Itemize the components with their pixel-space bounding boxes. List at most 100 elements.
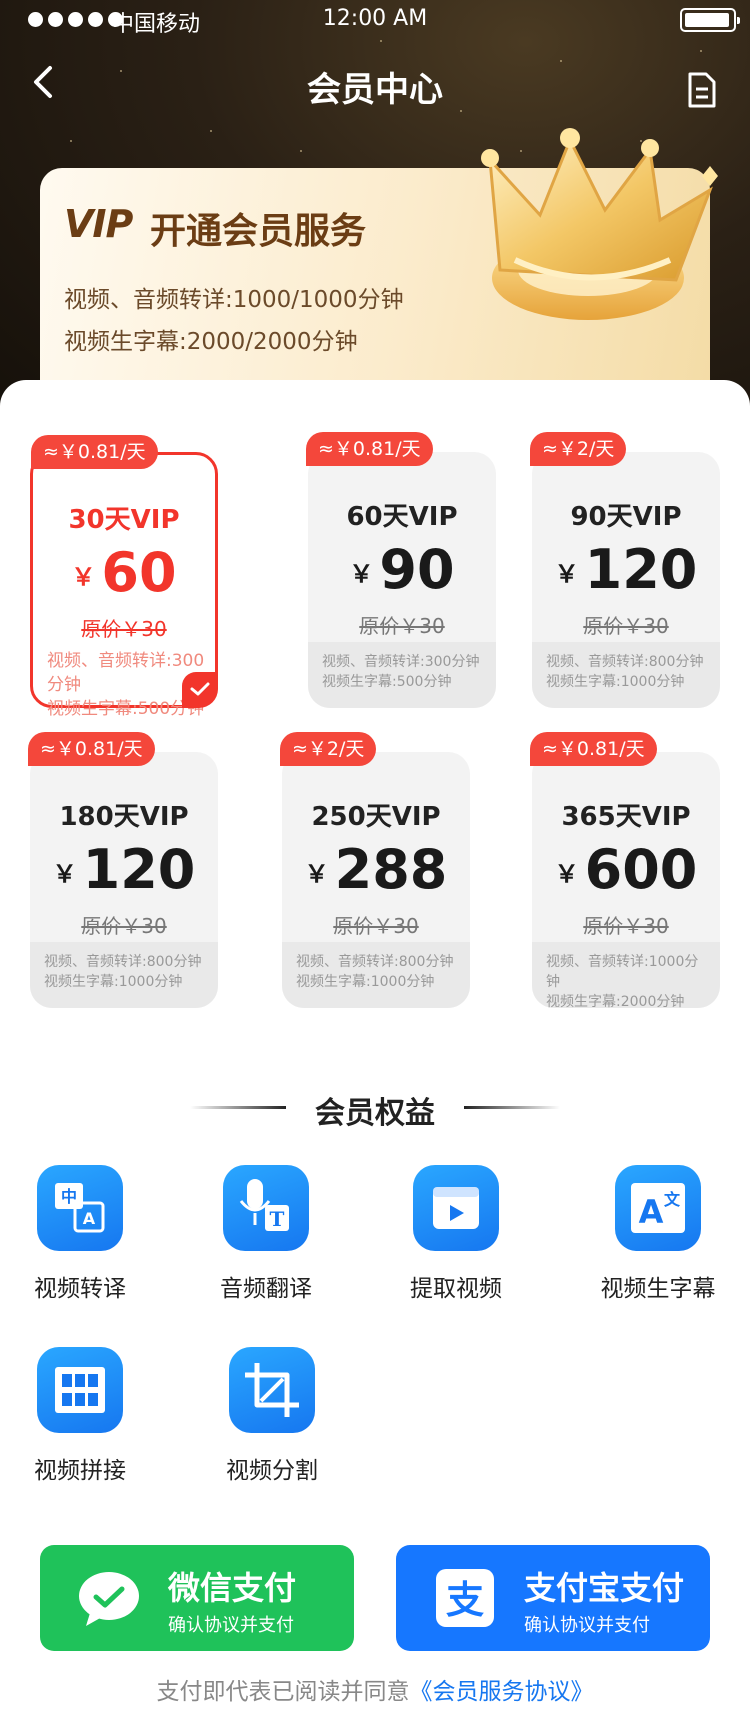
wechat-icon bbox=[78, 1569, 140, 1627]
plan-description: 视频、音频转详:300分钟 视频生字幕:500分钟 bbox=[308, 642, 496, 708]
plan-price: ￥ 120 bbox=[30, 838, 218, 901]
alipay-title: 支付宝支付 bbox=[524, 1569, 685, 1607]
plan-price-amount: 600 bbox=[584, 838, 698, 901]
plan-desc-line-2: 视频生字幕:1000分钟 bbox=[546, 674, 685, 690]
document-icon[interactable] bbox=[686, 72, 718, 108]
plan-price-amount: 90 bbox=[379, 538, 455, 601]
vip-title: 开通会员服务 bbox=[150, 211, 367, 252]
plan-price: ￥ 288 bbox=[282, 838, 470, 901]
plan-original-price: 原价￥30 bbox=[583, 914, 669, 938]
crop-icon bbox=[229, 1347, 315, 1433]
plan-description: 视频、音频转详:800分钟 视频生字幕:1000分钟 bbox=[532, 642, 720, 708]
plan-desc-line-2: 视频生字幕:500分钟 bbox=[322, 674, 452, 690]
svg-text:支: 支 bbox=[446, 1578, 484, 1622]
subtitle-icon: A 文 bbox=[615, 1165, 701, 1251]
currency-symbol: ￥ bbox=[554, 560, 579, 588]
plan-original-price: 原价￥30 bbox=[81, 914, 167, 938]
plan-price: ￥ 120 bbox=[532, 538, 720, 601]
alipay-icon: 支 bbox=[434, 1569, 496, 1627]
plan-price-amount: 60 bbox=[101, 541, 177, 604]
plan-description: 视频、音频转详:1000分钟 视频生字幕:2000分钟 bbox=[532, 942, 720, 1010]
benefit-video-merge[interactable]: 视频拼接 bbox=[0, 1347, 160, 1485]
vip-logo: VIP bbox=[64, 202, 133, 246]
plan-description: 视频、音频转详:800分钟 视频生字幕:1000分钟 bbox=[282, 942, 470, 1008]
plan-daily-tag: ≈￥2/天 bbox=[530, 432, 627, 466]
vip-quota-line-1: 视频、音频转详:1000/1000分钟 bbox=[64, 287, 404, 313]
plan-original-price: 原价￥30 bbox=[583, 614, 669, 638]
plan-desc-line-1: 视频、音频转详:800分钟 bbox=[44, 954, 202, 970]
wechat-pay-button[interactable]: 微信支付 确认协议并支付 bbox=[40, 1545, 354, 1651]
plan-price-amount: 120 bbox=[82, 838, 196, 901]
plan-daily-tag: ≈￥0.81/天 bbox=[28, 732, 155, 766]
benefit-label: 视频拼接 bbox=[34, 1458, 126, 1484]
wechat-pay-title: 微信支付 bbox=[168, 1569, 297, 1607]
alipay-button[interactable]: 支 支付宝支付 确认协议并支付 bbox=[396, 1545, 710, 1651]
svg-text:T: T bbox=[270, 1207, 285, 1231]
wechat-pay-subtitle: 确认协议并支付 bbox=[168, 1615, 294, 1636]
vip-quota-line-2: 视频生字幕:2000/2000分钟 bbox=[64, 329, 358, 355]
currency-symbol: ￥ bbox=[554, 860, 579, 888]
alipay-subtitle: 确认协议并支付 bbox=[524, 1615, 650, 1636]
translate-icon: 中 A bbox=[37, 1165, 123, 1251]
plan-desc-line-2: 视频生字幕:1000分钟 bbox=[44, 974, 183, 990]
benefit-video-split[interactable]: 视频分割 bbox=[192, 1347, 352, 1485]
agreement-link[interactable]: 《会员服务协议》 bbox=[410, 1679, 594, 1705]
video-play-icon bbox=[413, 1165, 499, 1251]
plan-name: 180天VIP bbox=[59, 802, 189, 832]
benefit-label: 提取视频 bbox=[410, 1276, 502, 1302]
plan-price-amount: 120 bbox=[584, 538, 698, 601]
benefits-title: 会员权益 bbox=[315, 1096, 435, 1131]
section-divider-right bbox=[464, 1106, 560, 1109]
benefit-label: 视频生字幕 bbox=[600, 1276, 716, 1302]
plan-daily-tag: ≈￥2/天 bbox=[280, 732, 377, 766]
plan-description: 视频、音频转详:800分钟 视频生字幕:1000分钟 bbox=[30, 942, 218, 1008]
plan-name: 30天VIP bbox=[68, 505, 180, 535]
plan-card-30[interactable]: ≈￥0.81/天 30天VIP ￥ 60 原价￥30 视频、音频转详:300分钟 … bbox=[30, 435, 218, 719]
plan-price: ￥ 60 bbox=[33, 541, 215, 604]
plan-card-250[interactable]: ≈￥2/天 250天VIP ￥ 288 原价￥30 视频、音频转详:800分钟 视… bbox=[280, 732, 470, 1008]
benefit-label: 视频分割 bbox=[226, 1458, 318, 1484]
microphone-text-icon: T bbox=[223, 1165, 309, 1251]
plan-desc-line-2: 视频生字幕:1000分钟 bbox=[296, 974, 435, 990]
plan-desc-line-1: 视频、音频转详:300分钟 bbox=[322, 654, 480, 670]
plan-desc-line-1: 视频、音频转详:800分钟 bbox=[546, 654, 704, 670]
currency-symbol: ￥ bbox=[349, 560, 374, 588]
plan-name: 365天VIP bbox=[561, 802, 691, 832]
page-title: 会员中心 bbox=[307, 70, 443, 110]
benefit-label: 音频翻译 bbox=[220, 1276, 312, 1302]
svg-text:A: A bbox=[639, 1193, 664, 1231]
plan-name: 250天VIP bbox=[311, 802, 441, 832]
plan-desc-line-1: 视频、音频转详:1000分钟 bbox=[546, 954, 699, 990]
film-grid-icon bbox=[37, 1347, 123, 1433]
plan-name: 60天VIP bbox=[346, 502, 458, 532]
plan-card-365[interactable]: ≈￥0.81/天 365天VIP ￥ 600 原价￥30 视频、音频转详:1000… bbox=[530, 732, 720, 1010]
plan-original-price: 原价￥30 bbox=[333, 914, 419, 938]
svg-text:文: 文 bbox=[664, 1190, 681, 1209]
plan-card-180[interactable]: ≈￥0.81/天 180天VIP ￥ 120 原价￥30 视频、音频转详:800分… bbox=[28, 732, 218, 1008]
plan-price-amount: 288 bbox=[334, 838, 448, 901]
plan-desc-line-1: 视频、音频转详:800分钟 bbox=[296, 954, 454, 970]
plan-price: ￥ 600 bbox=[532, 838, 720, 901]
benefit-audio-translate[interactable]: T 音频翻译 bbox=[186, 1165, 346, 1303]
currency-symbol: ￥ bbox=[304, 860, 329, 888]
benefit-video-translate[interactable]: 中 A 视频转译 bbox=[0, 1165, 160, 1303]
status-time: 12:00 AM bbox=[322, 6, 428, 31]
plan-daily-tag: ≈￥0.81/天 bbox=[530, 732, 657, 766]
plan-card-90[interactable]: ≈￥2/天 90天VIP ￥ 120 原价￥30 视频、音频转详:800分钟 视频… bbox=[530, 432, 720, 708]
plan-daily-tag: ≈￥0.81/天 bbox=[306, 432, 433, 466]
benefit-label: 视频转译 bbox=[34, 1276, 126, 1302]
battery-icon bbox=[680, 8, 740, 32]
currency-symbol: ￥ bbox=[71, 563, 96, 591]
agreement-text: 支付即代表已阅读并同意《会员服务协议》 bbox=[0, 1672, 750, 1706]
crown-icon bbox=[470, 120, 730, 350]
plan-desc-line-2: 视频生字幕:2000分钟 bbox=[546, 994, 685, 1010]
plan-original-price: 原价￥30 bbox=[81, 617, 167, 641]
currency-symbol: ￥ bbox=[52, 860, 77, 888]
plan-original-price: 原价￥30 bbox=[359, 614, 445, 638]
benefit-extract-video[interactable]: 提取视频 bbox=[376, 1165, 536, 1303]
plan-card-60[interactable]: ≈￥0.81/天 60天VIP ￥ 90 原价￥30 视频、音频转详:300分钟 … bbox=[306, 432, 496, 708]
svg-text:A: A bbox=[83, 1209, 96, 1228]
plan-daily-tag: ≈￥0.81/天 bbox=[31, 435, 158, 469]
benefit-video-subtitle[interactable]: A 文 视频生字幕 bbox=[578, 1165, 738, 1303]
agreement-prefix: 支付即代表已阅读并同意 bbox=[156, 1679, 410, 1705]
